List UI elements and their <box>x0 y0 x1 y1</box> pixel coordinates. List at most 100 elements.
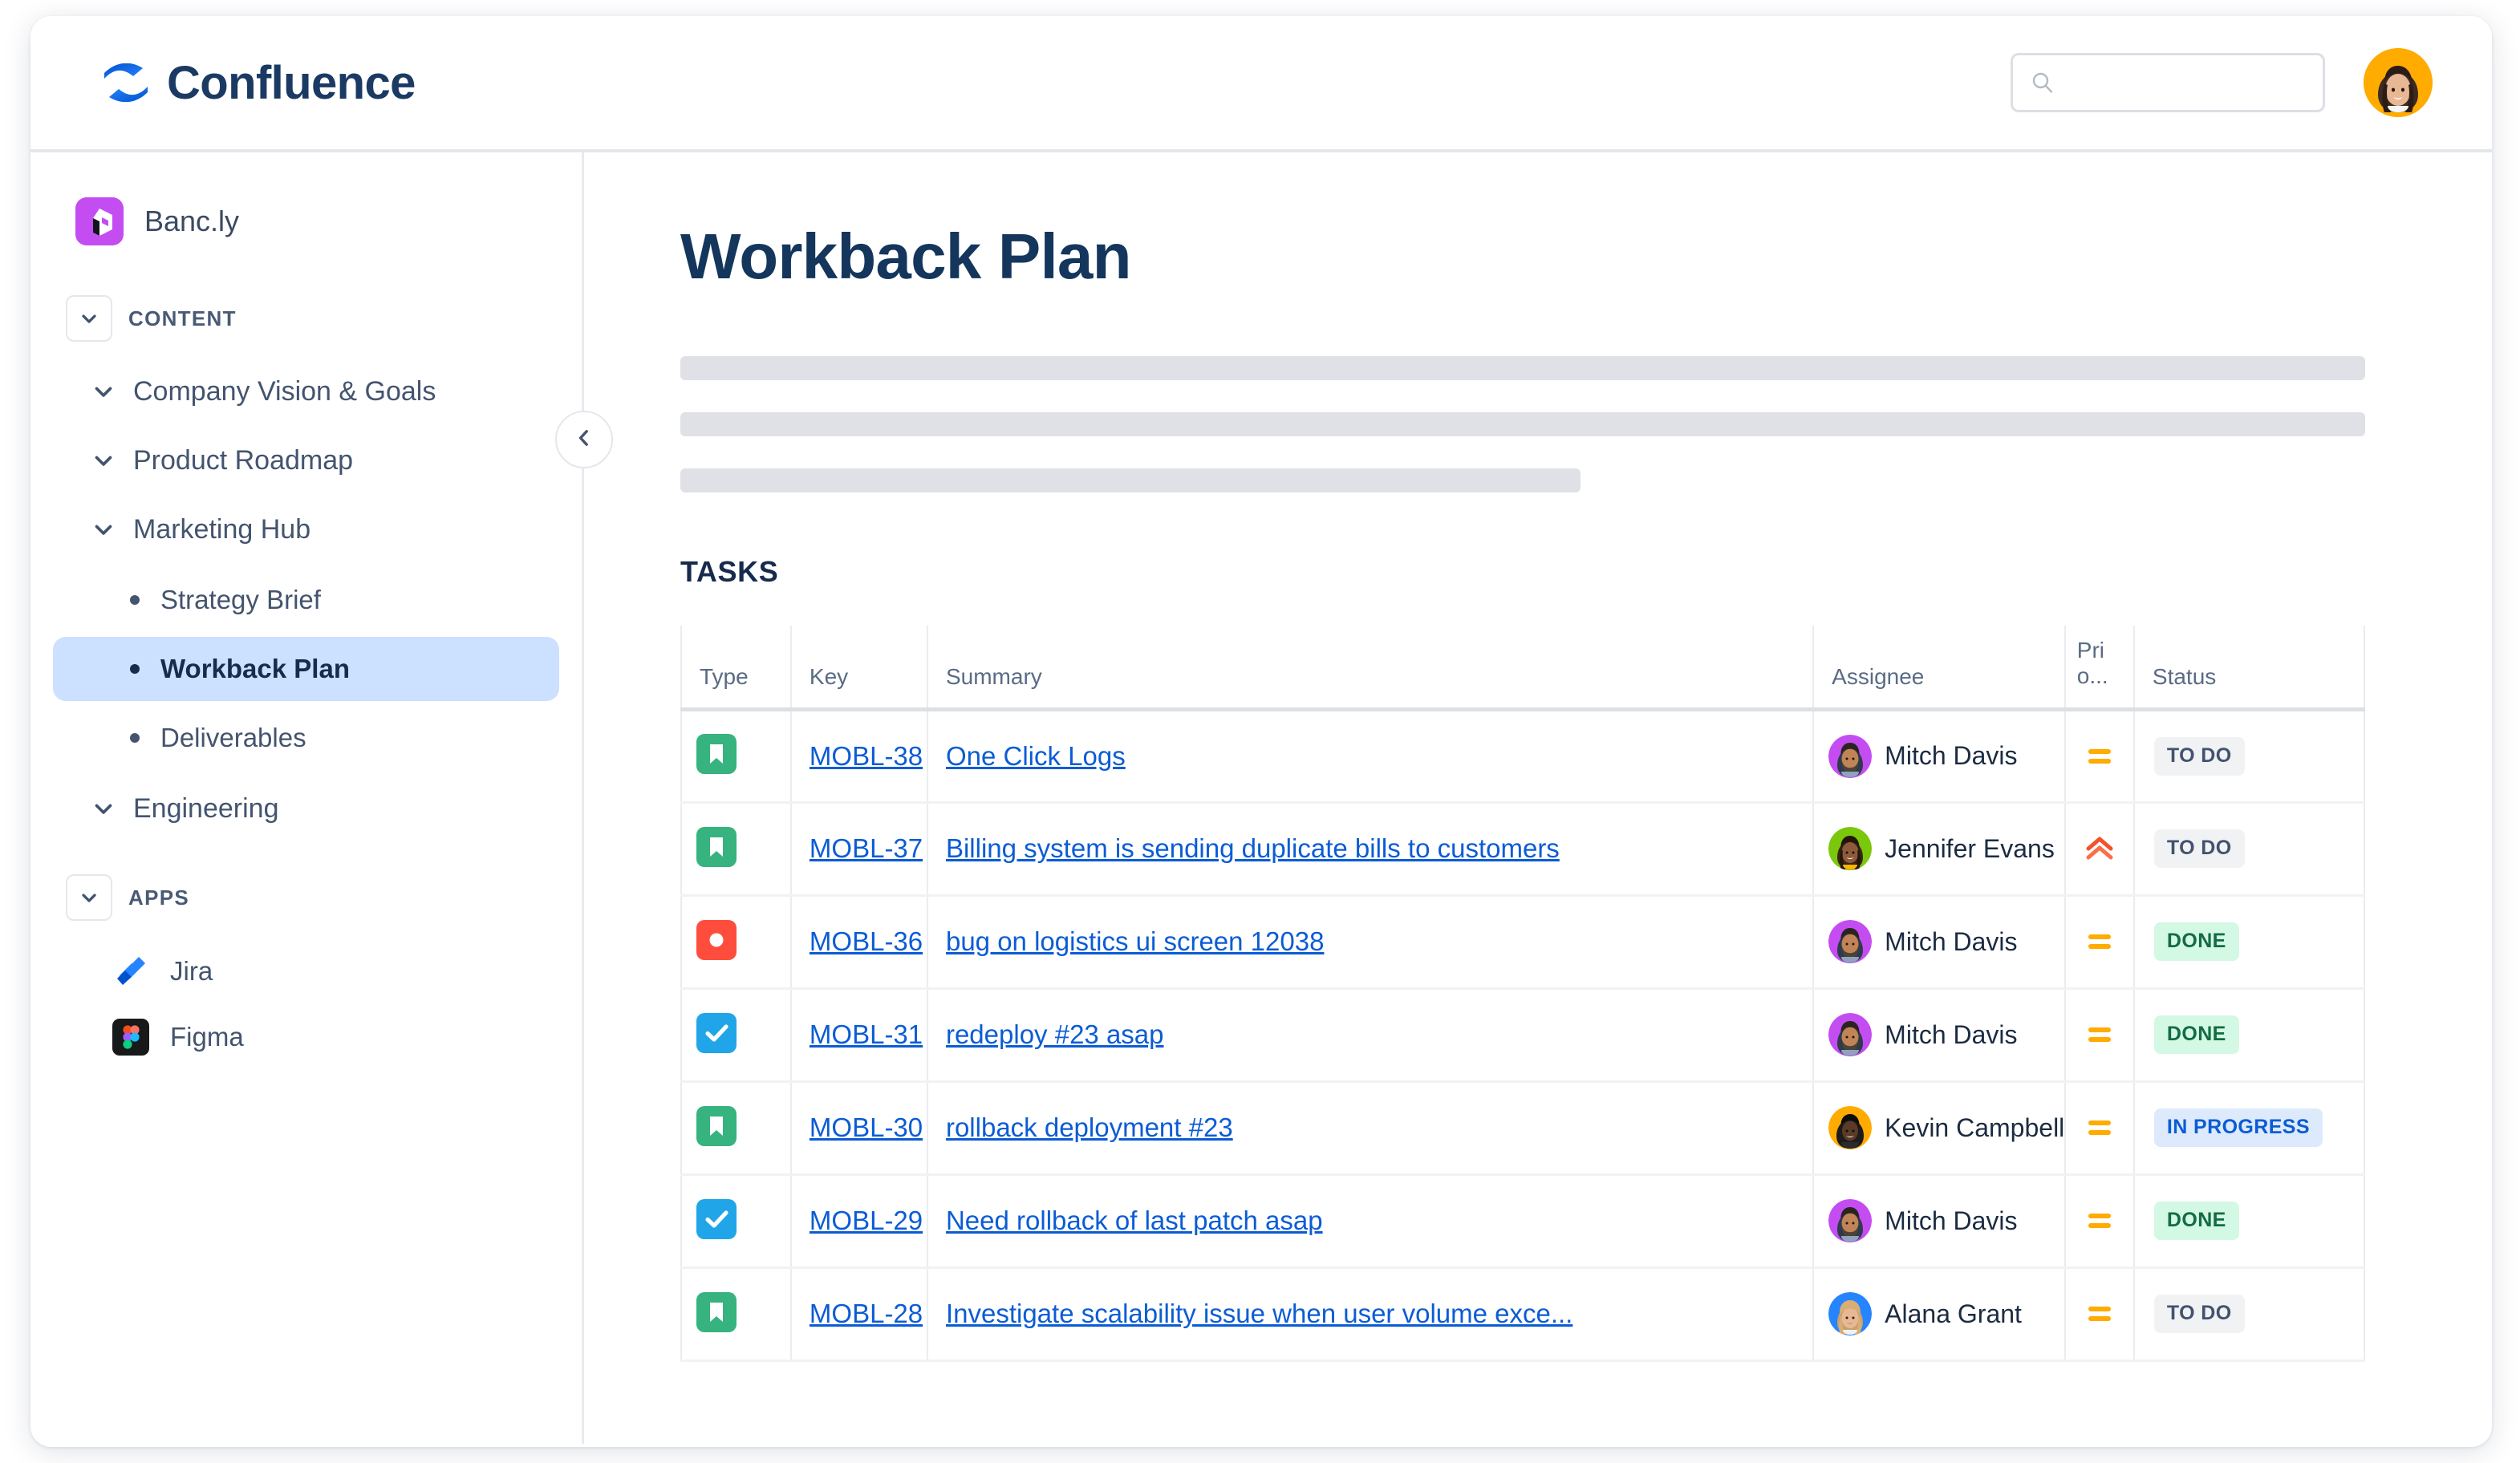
sidebar-item-deliverables[interactable]: Deliverables <box>53 706 559 770</box>
table-row[interactable]: MOBL-29 Need rollback of last patch asap M… <box>680 1174 2366 1269</box>
status-badge: TO DO <box>2153 1295 2245 1333</box>
sidebar: Banc.ly CONTENT Company Vision & Goals P… <box>30 152 613 1444</box>
sidebar-item-label: Figma <box>170 1022 244 1052</box>
issue-summary-link[interactable]: Billing system is sending duplicate bill… <box>928 833 1812 864</box>
cell-status: TO DO <box>2132 802 2366 897</box>
table-row[interactable]: MOBL-28 Investigate scalability issue whe… <box>680 1267 2366 1362</box>
cell-key[interactable]: MOBL-36 <box>789 895 928 990</box>
cell-assignee: Mitch Davis <box>1812 709 2066 804</box>
issue-summary-link[interactable]: One Click Logs <box>928 741 1812 772</box>
sidebar-item-figma[interactable]: Figma <box>53 1006 559 1068</box>
assignee-name: Mitch Davis <box>1885 926 2018 956</box>
status-badge: TO DO <box>2153 829 2245 868</box>
column-header-key[interactable]: Key <box>789 626 928 711</box>
bullet-icon <box>130 733 140 743</box>
assignee-name: Mitch Davis <box>1885 741 2018 770</box>
sidebar-item-workback-plan[interactable]: Workback Plan <box>53 637 559 701</box>
cell-status: TO DO <box>2132 1267 2366 1362</box>
figma-icon <box>112 1019 149 1056</box>
table-row[interactable]: MOBL-36 bug on logistics ui screen 12038 M… <box>680 895 2366 990</box>
cell-summary[interactable]: Investigate scalability issue when user … <box>926 1267 1815 1362</box>
cell-summary[interactable]: rollback deployment #23 <box>926 1081 1815 1176</box>
issue-key-link[interactable]: MOBL-30 <box>792 1112 923 1142</box>
cell-summary[interactable]: redeploy #23 asap <box>926 988 1815 1083</box>
column-header-label-line1: Pri <box>2076 638 2104 663</box>
avatar <box>1828 734 1873 778</box>
table-row[interactable]: MOBL-37 Billing system is sending duplica… <box>680 802 2366 897</box>
chevron-down-icon[interactable] <box>90 378 117 405</box>
chevron-down-icon[interactable] <box>66 874 112 921</box>
cell-type <box>680 988 792 1083</box>
cell-key[interactable]: MOBL-30 <box>789 1081 928 1176</box>
issue-summary-link[interactable]: rollback deployment #23 <box>928 1112 1812 1143</box>
sidebar-item-label: Engineering <box>133 792 279 824</box>
sidebar-item-company-vision-goals[interactable]: Company Vision & Goals <box>53 361 559 422</box>
cell-key[interactable]: MOBL-29 <box>789 1174 928 1269</box>
task-icon <box>696 1198 737 1242</box>
confluence-logo-icon <box>103 63 149 103</box>
sidebar-item-product-roadmap[interactable]: Product Roadmap <box>53 430 559 491</box>
chevron-down-icon[interactable] <box>90 516 117 543</box>
cell-status: DONE <box>2132 895 2366 990</box>
table-row[interactable]: MOBL-30 rollback deployment #23 Kevin Camp… <box>680 1081 2366 1176</box>
priority-medium-icon <box>2083 1111 2116 1145</box>
cell-status: TO DO <box>2132 709 2366 804</box>
cell-key[interactable]: MOBL-28 <box>789 1267 928 1362</box>
priority-high-icon <box>2083 832 2116 865</box>
column-header-label: Summary <box>945 663 1042 689</box>
sidebar-item-engineering[interactable]: Engineering <box>53 778 559 839</box>
sidebar-section-apps[interactable]: APPS <box>30 866 582 929</box>
priority-medium-icon <box>2083 925 2116 958</box>
bancly-logo-icon <box>75 197 124 245</box>
cell-assignee: Kevin Campbell <box>1812 1081 2066 1176</box>
cell-type <box>680 1174 792 1269</box>
column-header-status[interactable]: Status <box>2132 626 2366 711</box>
column-header-assignee[interactable]: Assignee <box>1812 626 2066 711</box>
space-selector[interactable]: Banc.ly <box>30 188 582 255</box>
page-title: Workback Plan <box>680 221 1131 292</box>
issue-summary-link[interactable]: bug on logistics ui screen 12038 <box>928 926 1812 957</box>
chevron-down-icon[interactable] <box>66 295 112 342</box>
cell-summary[interactable]: Billing system is sending duplicate bill… <box>926 802 1815 897</box>
sidebar-item-marketing-hub[interactable]: Marketing Hub <box>53 499 559 560</box>
issue-key-link[interactable]: MOBL-29 <box>792 1206 923 1235</box>
main-content: Workback Plan TASKS Type Key Summary Ass… <box>584 152 2492 1444</box>
sidebar-section-label: APPS <box>128 885 190 910</box>
avatar <box>1828 827 1873 870</box>
chevron-down-icon[interactable] <box>90 795 117 822</box>
chevron-down-icon[interactable] <box>90 447 117 474</box>
issue-key-link[interactable]: MOBL-36 <box>792 926 923 956</box>
cell-type <box>680 1081 792 1176</box>
issue-summary-link[interactable]: redeploy #23 asap <box>928 1019 1812 1050</box>
issue-summary-link[interactable]: Need rollback of last patch asap <box>928 1206 1812 1236</box>
sidebar-item-strategy-brief[interactable]: Strategy Brief <box>53 568 559 632</box>
table-row[interactable]: MOBL-31 redeploy #23 asap Mitch Davis DONE <box>680 988 2366 1083</box>
cell-key[interactable]: MOBL-38 <box>789 709 928 804</box>
search-input[interactable] <box>2066 70 2335 95</box>
cell-type <box>680 802 792 897</box>
user-avatar[interactable] <box>2364 48 2433 117</box>
issue-key-link[interactable]: MOBL-37 <box>792 833 923 863</box>
cell-summary[interactable]: One Click Logs <box>926 709 1815 804</box>
column-header-summary[interactable]: Summary <box>926 626 1815 711</box>
issue-key-link[interactable]: MOBL-38 <box>792 741 923 771</box>
avatar <box>1828 1199 1873 1242</box>
cell-key[interactable]: MOBL-37 <box>789 802 928 897</box>
issue-summary-link[interactable]: Investigate scalability issue when user … <box>928 1299 1812 1329</box>
search-box[interactable] <box>2011 53 2335 112</box>
story-icon <box>696 1105 737 1149</box>
cell-summary[interactable]: Need rollback of last patch asap <box>926 1174 1815 1269</box>
issue-key-link[interactable]: MOBL-31 <box>792 1019 923 1049</box>
cell-summary[interactable]: bug on logistics ui screen 12038 <box>926 895 1815 990</box>
issue-key-link[interactable]: MOBL-28 <box>792 1299 923 1328</box>
sidebar-item-jira[interactable]: Jira <box>53 940 559 1003</box>
sidebar-collapse-button[interactable] <box>555 411 613 468</box>
column-header-priority[interactable]: Pri o... <box>2063 626 2135 711</box>
avatar <box>1828 920 1873 963</box>
sidebar-section-content[interactable]: CONTENT <box>30 287 582 350</box>
column-header-type[interactable]: Type <box>680 626 792 711</box>
cell-key[interactable]: MOBL-31 <box>789 988 928 1083</box>
app-brand[interactable]: Confluence <box>103 56 416 110</box>
table-row[interactable]: MOBL-38 One Click Logs Mitch Davis TO DO <box>680 709 2366 804</box>
content-placeholder-bar <box>680 412 2365 436</box>
